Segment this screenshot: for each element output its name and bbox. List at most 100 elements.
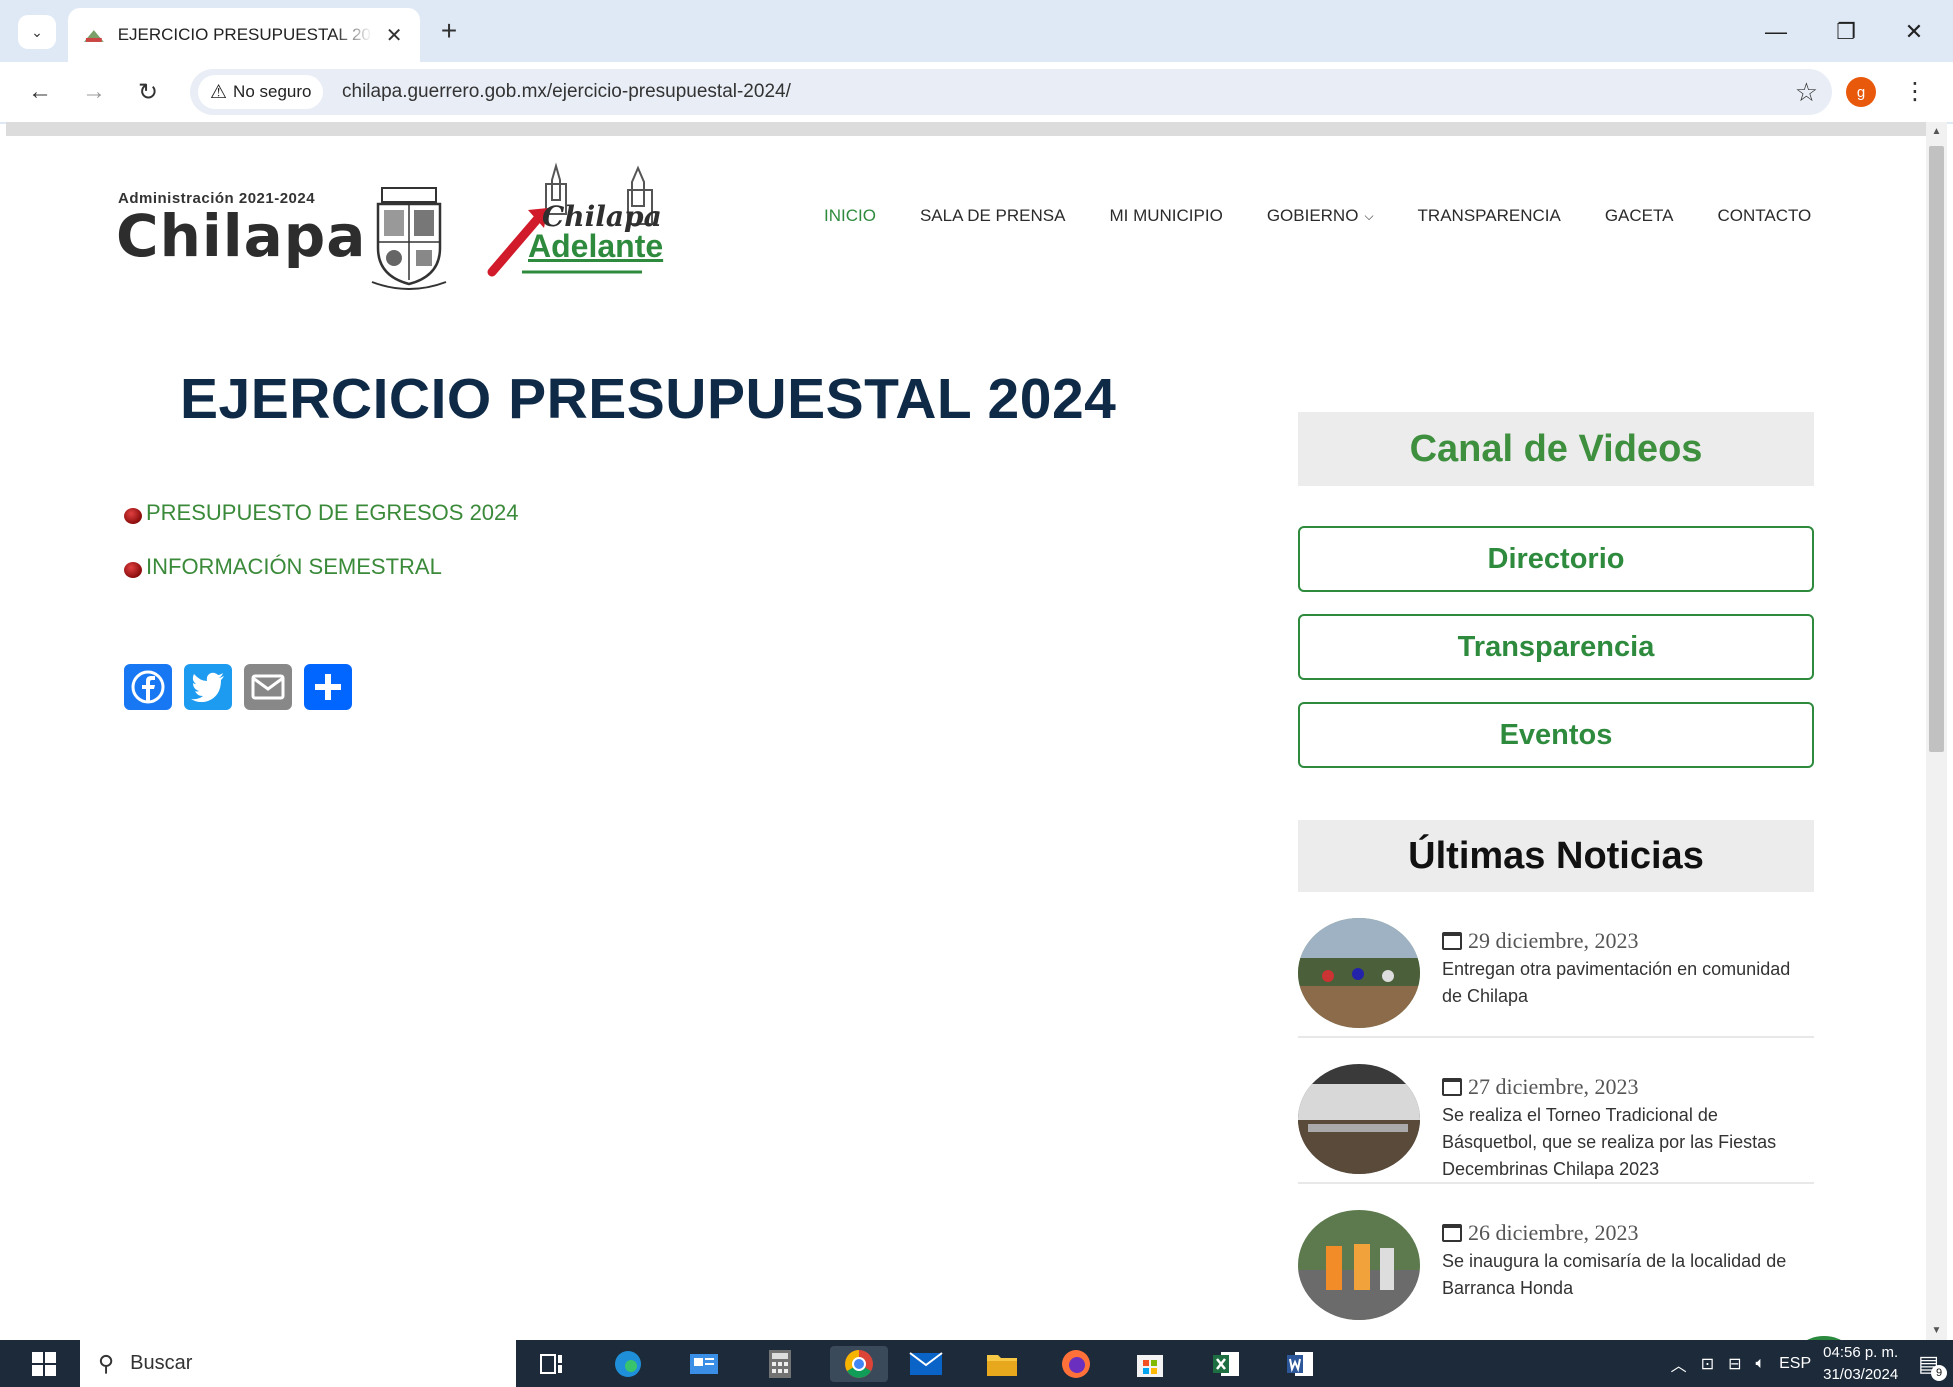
close-window-icon[interactable]: ✕ [1892, 12, 1936, 52]
chilapa-adelante-logo[interactable]: Chilapa Adelante [482, 160, 678, 280]
ultimas-noticias-heading: Últimas Noticias [1298, 820, 1814, 892]
eventos-button[interactable]: Eventos [1298, 702, 1814, 768]
browser-menu-icon[interactable]: ⋮ [1900, 74, 1930, 110]
network-icon[interactable]: ⊟ [1728, 1354, 1741, 1374]
news-item[interactable]: 26 diciembre, 2023 Se inaugura la comisa… [1298, 1184, 1814, 1330]
scrollbar-thumb[interactable] [1929, 146, 1944, 752]
edge-browser-icon[interactable] [608, 1346, 648, 1382]
news-app-icon[interactable] [684, 1346, 724, 1382]
volume-icon[interactable]: 🔈︎ [1756, 1355, 1766, 1373]
clock-date: 31/03/2024 [1823, 1365, 1899, 1383]
logo-name-text: Chilapa [116, 202, 367, 270]
news-item[interactable]: 27 diciembre, 2023 Se realiza el Torneo … [1298, 1038, 1814, 1184]
canal-videos-heading[interactable]: Canal de Videos [1298, 412, 1814, 486]
nav-mi-municipio[interactable]: MI MUNICIPIO [1087, 206, 1244, 226]
news-date: 26 diciembre, 2023 [1442, 1220, 1638, 1246]
news-date: 29 diciembre, 2023 [1442, 928, 1638, 954]
restore-icon[interactable]: ❐ [1824, 12, 1868, 52]
red-bullet-icon [124, 508, 142, 524]
tab-close-icon[interactable]: ✕ [382, 23, 406, 48]
news-thumbnail[interactable] [1298, 1064, 1420, 1174]
news-headline[interactable]: Se inaugura la comisaría de la localidad… [1442, 1248, 1814, 1302]
email-icon[interactable] [244, 664, 292, 710]
back-arrow-icon[interactable]: ← [22, 74, 58, 110]
sidebar: Canal de Videos Directorio Transparencia… [1298, 412, 1814, 1330]
news-date-text: 29 diciembre, 2023 [1468, 928, 1639, 953]
minimize-icon[interactable]: — [1754, 12, 1798, 52]
twitter-icon[interactable] [184, 664, 232, 710]
nav-contacto[interactable]: CONTACTO [1695, 206, 1833, 226]
language-indicator[interactable]: ESP [1779, 1355, 1811, 1373]
security-chip[interactable]: ⚠ No seguro [198, 75, 324, 109]
tab-search-button[interactable]: ⌄ [18, 15, 56, 49]
page-title: EJERCICIO PRESUPUESTAL 2024 [180, 367, 1117, 431]
browser-toolbar: ← → ↻ ⚠ No seguro chilapa.guerrero.gob.m… [0, 62, 1953, 122]
notification-count: 9 [1931, 1364, 1947, 1381]
profile-avatar[interactable]: g [1846, 77, 1876, 107]
security-label: No seguro [233, 82, 312, 101]
forward-arrow-icon[interactable]: → [76, 74, 112, 110]
news-thumbnail[interactable] [1298, 1210, 1420, 1320]
news-item[interactable]: 29 diciembre, 2023 Entregan otra pavimen… [1298, 892, 1814, 1038]
task-view-icon[interactable] [532, 1346, 572, 1382]
scroll-down-icon[interactable]: ▼ [1926, 1325, 1947, 1336]
windows-start-icon[interactable] [8, 1340, 80, 1387]
search-icon: ⚲ [98, 1350, 115, 1376]
news-headline[interactable]: Se realiza el Torneo Tradicional de Básq… [1442, 1102, 1814, 1183]
calculator-icon[interactable] [760, 1346, 800, 1382]
taskbar-search[interactable]: ⚲ Buscar [80, 1340, 516, 1387]
page-scrollbar[interactable]: ▲ ▼ [1926, 122, 1947, 1340]
address-bar[interactable]: ⚠ No seguro chilapa.guerrero.gob.mx/ejer… [190, 69, 1832, 115]
facebook-icon[interactable] [124, 664, 172, 710]
chilapa-logo[interactable]: Administración 2021-2024 Chilapa [112, 162, 452, 290]
tab-strip: ⌄ EJERCICIO PRESUPUESTAL 2024 ✕ + — ❐ ✕ [0, 0, 1953, 62]
bookmark-star-icon[interactable]: ☆ [1795, 77, 1818, 108]
news-date: 27 diciembre, 2023 [1442, 1074, 1638, 1100]
news-date-text: 26 diciembre, 2023 [1468, 1220, 1639, 1245]
calendar-icon [1442, 932, 1462, 950]
excel-icon[interactable] [1206, 1346, 1246, 1382]
link-informacion-semestral[interactable]: INFORMACIÓN SEMESTRAL [124, 554, 442, 580]
scroll-up-icon[interactable]: ▲ [1926, 126, 1947, 137]
chevron-down-icon: ⌵ [1364, 208, 1374, 223]
new-tab-button[interactable]: + [432, 14, 466, 48]
news-headline[interactable]: Entregan otra pavimentación en comunidad… [1442, 956, 1814, 1010]
nav-transparencia[interactable]: TRANSPARENCIA [1396, 206, 1583, 226]
nav-gaceta[interactable]: GACETA [1583, 206, 1696, 226]
share-bar [124, 664, 352, 710]
notifications-icon[interactable]: ▤ 9 [1918, 1351, 1947, 1381]
link-presupuesto-egresos[interactable]: PRESUPUESTO DE EGRESOS 2024 [124, 500, 519, 526]
nav-sala-de-prensa[interactable]: SALA DE PRENSA [898, 206, 1088, 226]
system-tray: ︿ ⊡ ⊟ 🔈︎ ESP 04:56 p. m. 31/03/2024 ▤ 9 [1671, 1340, 1953, 1387]
browser-tab[interactable]: EJERCICIO PRESUPUESTAL 2024 ✕ [68, 8, 420, 62]
share-plus-icon[interactable] [304, 664, 352, 710]
chevron-up-icon[interactable]: ︿ [1671, 1352, 1687, 1376]
directorio-button[interactable]: Directorio [1298, 526, 1814, 592]
nav-gobierno-label: GOBIERNO [1266, 206, 1359, 225]
file-explorer-icon[interactable] [982, 1346, 1022, 1382]
warning-triangle-icon: ⚠ [210, 81, 228, 103]
windows-taskbar: ⚲ Buscar ︿ ⊡ ⊟ 🔈︎ ESP 04:56 p. m. 31/03/… [0, 1340, 1953, 1387]
news-thumbnail[interactable] [1298, 918, 1420, 1028]
microsoft-store-icon[interactable] [1130, 1346, 1170, 1382]
url-text[interactable]: chilapa.guerrero.gob.mx/ejercicio-presup… [342, 81, 791, 103]
link-label: PRESUPUESTO DE EGRESOS 2024 [146, 500, 519, 525]
transparencia-button[interactable]: Transparencia [1298, 614, 1814, 680]
nav-gobierno[interactable]: GOBIERNO ⌵ [1245, 206, 1396, 226]
browser-chrome: ⌄ EJERCICIO PRESUPUESTAL 2024 ✕ + — ❐ ✕ … [0, 0, 1953, 124]
red-bullet-icon [124, 562, 142, 578]
page-top-strip [6, 122, 1926, 136]
battery-icon[interactable]: ⊡ [1701, 1354, 1714, 1374]
clock[interactable]: 04:56 p. m. 31/03/2024 [1823, 1342, 1898, 1386]
adelante-word-text: Adelante [528, 228, 664, 264]
mail-icon[interactable] [906, 1346, 946, 1382]
firefox-icon[interactable] [1056, 1346, 1096, 1382]
reload-icon[interactable]: ↻ [130, 74, 166, 110]
calendar-icon [1442, 1224, 1462, 1242]
chrome-browser-icon[interactable] [830, 1346, 888, 1382]
calendar-icon [1442, 1078, 1462, 1096]
news-date-text: 27 diciembre, 2023 [1468, 1074, 1639, 1099]
nav-inicio[interactable]: INICIO [802, 206, 898, 226]
word-icon[interactable] [1280, 1346, 1320, 1382]
link-label: INFORMACIÓN SEMESTRAL [146, 554, 442, 579]
